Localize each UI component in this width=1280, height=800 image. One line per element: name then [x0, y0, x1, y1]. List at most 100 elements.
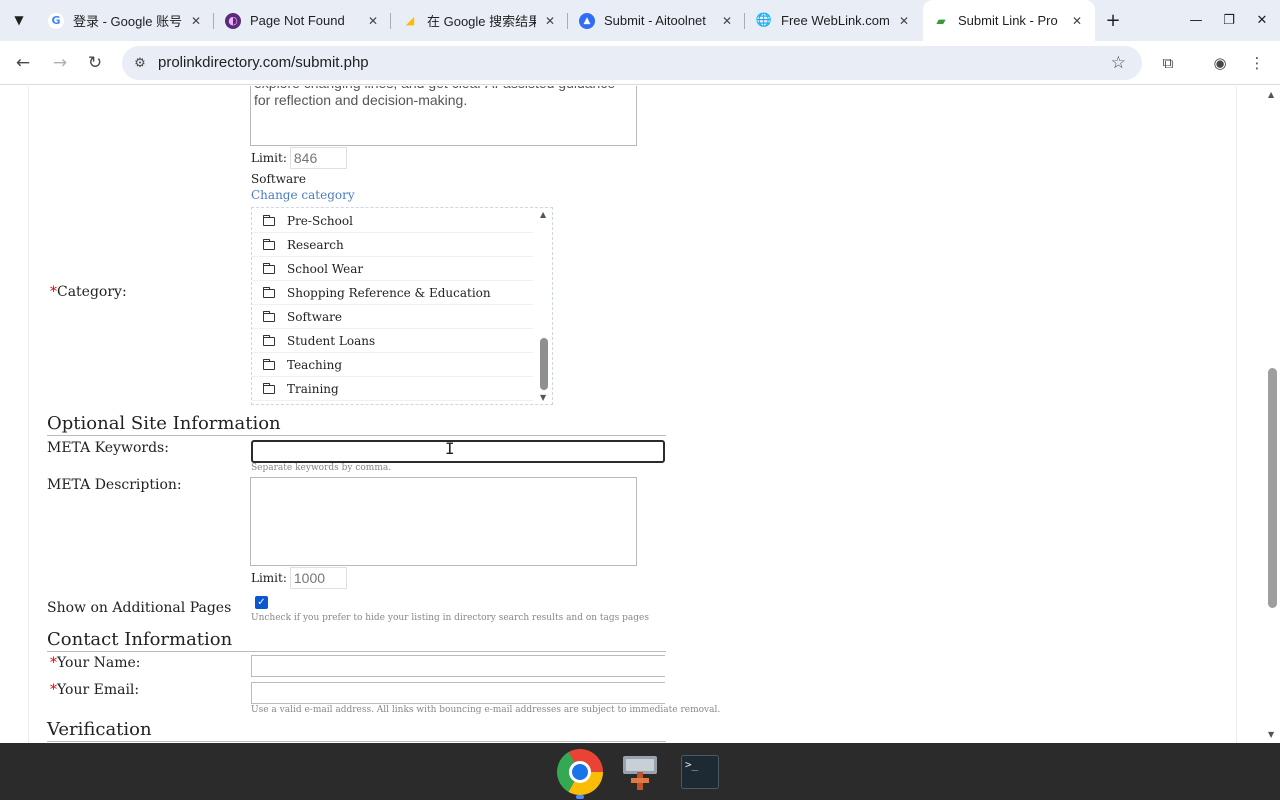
required-marker: * — [50, 682, 57, 698]
close-icon[interactable]: ✕ — [365, 13, 381, 29]
folder-icon — [263, 311, 275, 322]
category-tree[interactable]: Pre-School Research School Wear Shopping… — [251, 207, 553, 405]
tab-free-weblink[interactable]: 🌐 Free WebLink.com ✕ — [746, 6, 922, 35]
your-name-input[interactable] — [251, 655, 665, 677]
profile-button[interactable]: ◉ — [1209, 52, 1231, 74]
category-item[interactable]: Research — [252, 233, 533, 257]
scroll-up-icon[interactable]: ▲ — [1268, 90, 1274, 99]
folder-icon — [263, 287, 275, 298]
kebab-menu-icon: ⋮ — [1249, 54, 1265, 72]
your-name-label: *Your Name: — [50, 655, 141, 671]
show-pages-checkbox[interactable]: ✓ — [255, 596, 268, 609]
category-name: Shopping Reference & Education — [287, 285, 491, 300]
address-bar[interactable]: ⚙ prolinkdirectory.com/submit.php ☆ — [122, 46, 1142, 80]
meta-description-textarea[interactable] — [250, 477, 637, 566]
puzzle-icon: ⧉ — [1162, 54, 1174, 72]
tab-submit-link[interactable]: ▰ Submit Link - Pro ✕ — [923, 0, 1095, 41]
meta-keywords-hint: Separate keywords by comma. — [251, 463, 392, 473]
contact-section-heading: Contact Information — [47, 629, 666, 652]
new-tab-button[interactable]: + — [1102, 9, 1124, 31]
close-icon[interactable]: ✕ — [896, 13, 912, 29]
tab-separator — [744, 13, 745, 29]
close-icon[interactable]: ✕ — [188, 13, 204, 29]
category-name: Software — [287, 309, 342, 324]
meta-description-limit: Limit: — [251, 567, 347, 589]
tab-title: Free WebLink.com — [781, 13, 890, 28]
page-scrollbar[interactable]: ▲ ▼ — [1265, 86, 1280, 743]
tab-title: Submit Link - Pro — [958, 13, 1058, 28]
installer-taskbar-button[interactable] — [616, 748, 664, 796]
folder-icon — [263, 239, 275, 250]
close-icon[interactable]: ✕ — [542, 13, 558, 29]
chrome-taskbar-button[interactable] — [556, 748, 604, 799]
description-textarea[interactable]: explore changing lines, and get clear AI… — [250, 86, 637, 146]
your-email-input[interactable] — [251, 682, 665, 704]
category-item[interactable]: Shopping Reference & Education — [252, 281, 533, 305]
selected-category: Software — [251, 172, 306, 186]
close-window-button[interactable]: ✕ — [1252, 10, 1272, 30]
category-item[interactable]: Pre-School — [252, 209, 533, 233]
account-icon: ◉ — [1213, 54, 1227, 72]
category-scrollbar[interactable]: ▲ ▼ — [536, 208, 552, 404]
your-email-label-text: Your Email: — [57, 682, 140, 698]
plus-icon: + — [1105, 9, 1121, 31]
tab-search-button[interactable]: ▼ — [6, 8, 32, 32]
chrome-icon — [557, 749, 603, 795]
os-taskbar: >_ — [0, 743, 1280, 800]
checkmark-icon: ✓ — [257, 597, 266, 608]
meta-keywords-input[interactable] — [251, 440, 665, 463]
limit-label: Limit: — [251, 151, 287, 165]
category-item[interactable]: Training — [252, 377, 533, 401]
required-marker: * — [50, 284, 57, 300]
meta-description-label: META Description: — [47, 477, 182, 493]
meta-limit-counter — [289, 567, 347, 589]
forward-button[interactable]: → — [48, 51, 72, 75]
tab-separator — [567, 13, 568, 29]
scrollbar-thumb[interactable] — [1268, 368, 1277, 608]
minimize-button[interactable]: — — [1186, 10, 1206, 30]
tab-aitoolnet[interactable]: ▲ Submit - Aitoolnet ✕ — [569, 6, 745, 35]
arrow-left-icon: ← — [15, 53, 31, 73]
optional-section-heading: Optional Site Information — [47, 413, 666, 436]
scroll-down-icon[interactable]: ▼ — [1268, 730, 1274, 739]
site-info-icon[interactable]: ⚙ — [132, 55, 148, 71]
description-limit-counter — [289, 147, 347, 169]
folder-icon — [263, 335, 275, 346]
close-icon[interactable]: ✕ — [1069, 13, 1085, 29]
category-item[interactable]: School Wear — [252, 257, 533, 281]
tab-google-login[interactable]: G 登录 - Google 账号 ✕ — [38, 6, 214, 35]
back-button[interactable]: ← — [11, 51, 35, 75]
running-indicator — [576, 795, 584, 799]
chevron-down-icon: ▼ — [14, 13, 24, 27]
category-item[interactable]: Software — [252, 305, 533, 329]
category-item[interactable]: Student Loans — [252, 329, 533, 353]
scroll-down-icon[interactable]: ▼ — [540, 393, 546, 402]
tab-title: 登录 - Google 账号 — [73, 14, 182, 29]
your-email-label: *Your Email: — [50, 682, 139, 698]
close-icon[interactable]: ✕ — [719, 13, 735, 29]
arrow-right-icon: → — [52, 53, 68, 73]
terminal-taskbar-button[interactable]: >_ — [676, 748, 724, 796]
show-pages-label: Show on Additional Pages — [47, 600, 232, 616]
email-hint: Use a valid e-mail address. All links wi… — [251, 705, 721, 715]
menu-button[interactable]: ⋮ — [1246, 52, 1268, 74]
category-name: Research — [287, 237, 344, 252]
tab-title: 在 Google 搜索结果 — [427, 14, 536, 29]
scroll-up-icon[interactable]: ▲ — [540, 210, 546, 219]
change-category-link[interactable]: Change category — [251, 188, 355, 202]
scrollbar-thumb[interactable] — [540, 338, 548, 390]
tab-google-search[interactable]: ◢ 在 Google 搜索结果 ✕ — [392, 6, 568, 35]
google-g-icon: G — [48, 12, 64, 29]
category-item[interactable]: Teaching — [252, 353, 533, 377]
reload-button[interactable]: ↻ — [83, 51, 107, 75]
restore-button[interactable]: ❐ — [1219, 10, 1239, 30]
bookmark-star-icon[interactable]: ☆ — [1111, 53, 1126, 73]
reload-icon: ↻ — [87, 53, 103, 73]
purple-circle-icon: ◐ — [225, 12, 241, 29]
verification-section-heading: Verification — [47, 719, 666, 742]
extensions-button[interactable]: ⧉ — [1157, 52, 1179, 74]
tab-page-not-found[interactable]: ◐ Page Not Found ✕ — [215, 6, 391, 35]
folder-icon — [263, 359, 275, 370]
limit-label: Limit: — [251, 571, 287, 585]
url-text[interactable]: prolinkdirectory.com/submit.php — [158, 54, 369, 71]
